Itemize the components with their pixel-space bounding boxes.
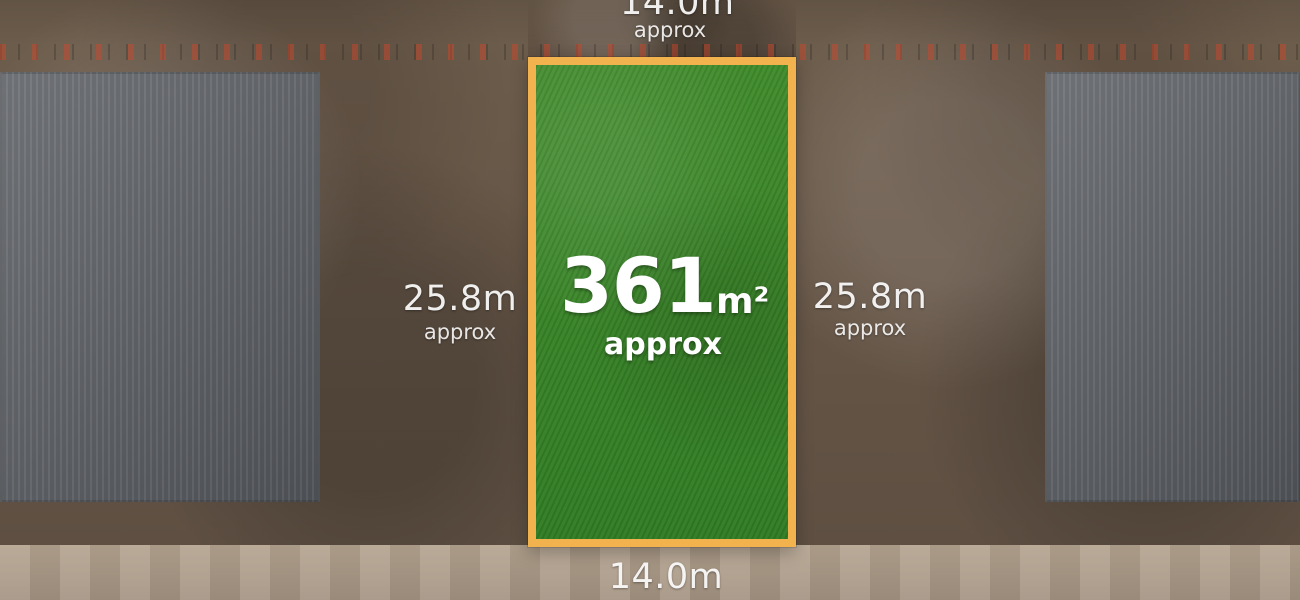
lot-area-number: 361 bbox=[560, 241, 717, 330]
right-approx-label: approx bbox=[833, 316, 907, 340]
bottom-dimension-label: 14.0m bbox=[608, 557, 724, 597]
aerial-land-image: 14.0m approx 25.8m approx 25.8m approx 1… bbox=[0, 0, 1300, 600]
right-dimension-label: 25.8m bbox=[812, 277, 928, 317]
top-approx-label: approx bbox=[633, 18, 707, 42]
house-roof-left bbox=[0, 72, 320, 502]
lot-area-approx: approx bbox=[604, 327, 722, 362]
lot-area-callout: 361 m² approx bbox=[552, 248, 792, 388]
left-dimension-label: 25.8m bbox=[402, 279, 518, 319]
left-approx-label: approx bbox=[423, 320, 497, 344]
house-roof-right bbox=[1045, 72, 1300, 502]
lot-area-unit: m² bbox=[716, 281, 770, 322]
